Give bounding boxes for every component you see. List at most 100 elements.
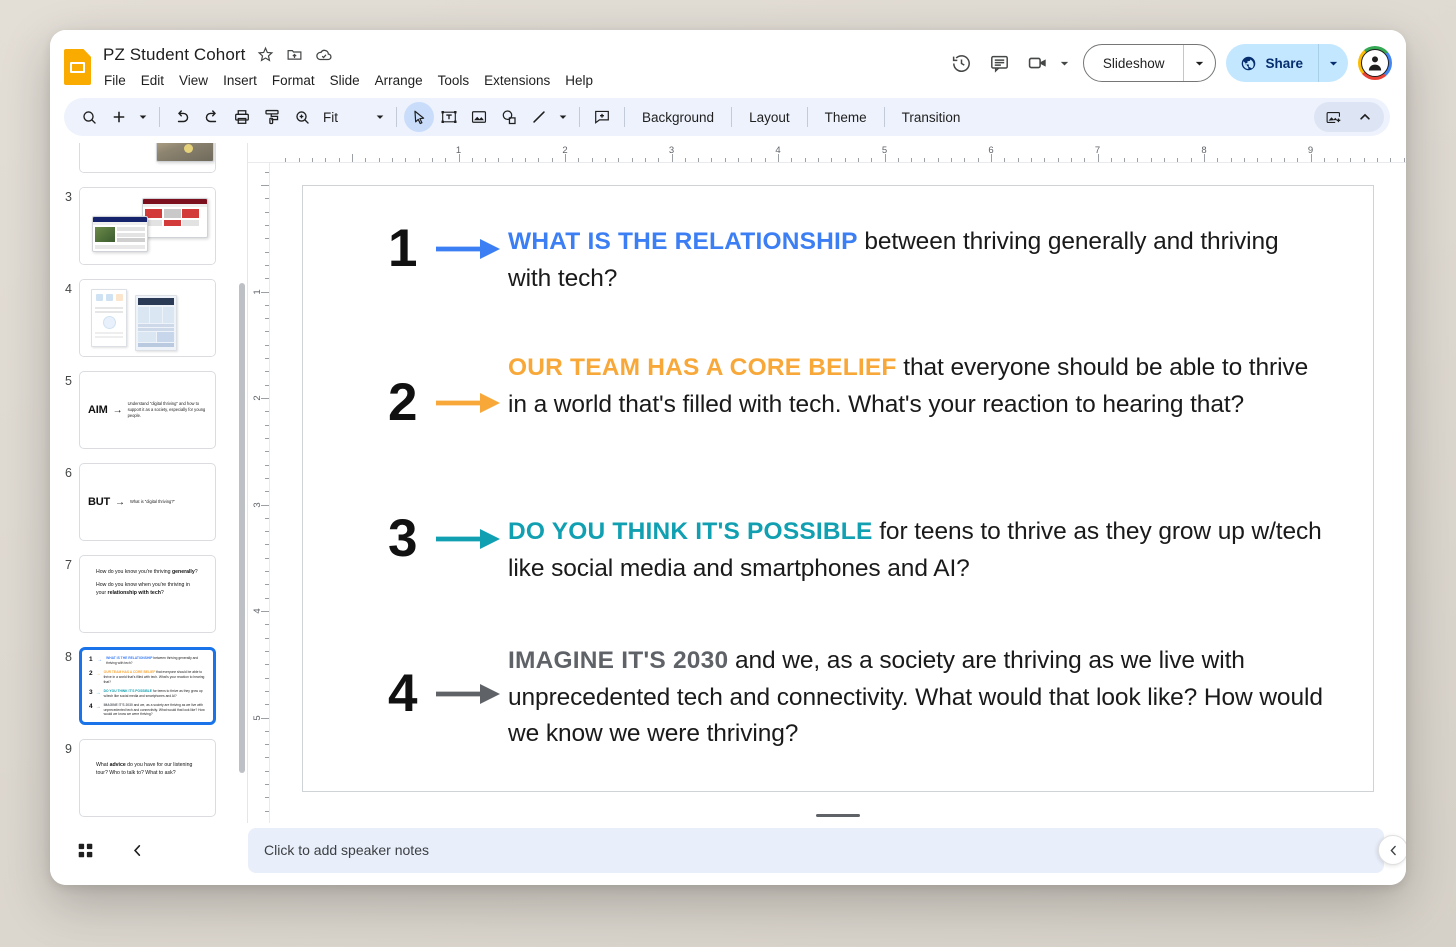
filmstrip-slide-3[interactable]: 3 xyxy=(58,187,233,265)
thumb-content: BUT → What is "digital thriving?" xyxy=(80,464,215,540)
filmstrip-slide-4[interactable]: 4 xyxy=(58,279,233,357)
slide-thumbnail[interactable]: BUT → What is "digital thriving?" xyxy=(79,463,216,541)
transition-button[interactable]: Transition xyxy=(892,105,971,130)
shape-icon[interactable] xyxy=(494,102,524,132)
thumb-item-arrow-icon: → xyxy=(97,657,103,663)
expand-right-panel-icon[interactable] xyxy=(1378,835,1406,865)
ruler-tick xyxy=(265,477,269,479)
ruler-tick xyxy=(265,464,269,466)
paint-format-icon[interactable] xyxy=(257,102,287,132)
slide-thumbnail-selected[interactable]: 1 → WHAT IS THE RELATIONSHIP between thr… xyxy=(79,647,216,725)
slide-thumbnail[interactable]: AIM → Understand "digital thriving" and … xyxy=(79,371,216,449)
move-to-folder-icon[interactable] xyxy=(286,46,304,64)
meet-camera-icon[interactable] xyxy=(1019,44,1057,82)
vertical-ruler[interactable]: 1 2 3 4 5 xyxy=(248,163,270,823)
notes-resize-handle[interactable] xyxy=(816,814,860,817)
print-icon[interactable] xyxy=(227,102,257,132)
thumb-item-arrow-icon: → xyxy=(95,670,101,677)
ruler-tick xyxy=(265,557,269,559)
slide-filmstrip[interactable]: 2 3 xyxy=(50,143,248,823)
slide-item-1[interactable]: 1 WHAT IS THE RELATIONSHIP between thriv… xyxy=(388,222,1323,297)
filmstrip-slide-6[interactable]: 6 BUT → What is "digital thriving?" xyxy=(58,463,233,541)
collapse-filmstrip-icon[interactable] xyxy=(122,835,152,865)
slide-thumbnail[interactable] xyxy=(79,279,216,357)
filmstrip-slide-5[interactable]: 5 AIM → Understand "digital thriving" an… xyxy=(58,371,233,449)
menu-extensions[interactable]: Extensions xyxy=(477,70,557,91)
menu-insert[interactable]: Insert xyxy=(216,70,264,91)
version-history-icon[interactable] xyxy=(943,44,981,82)
menu-slide[interactable]: Slide xyxy=(323,70,367,91)
menu-arrange[interactable]: Arrange xyxy=(368,70,430,91)
horizontal-ruler[interactable]: 1 2 3 4 5 6 7 8 9 xyxy=(248,143,1406,163)
ruler-tick xyxy=(831,158,833,162)
account-avatar[interactable] xyxy=(1358,46,1392,80)
grid-view-icon[interactable] xyxy=(70,835,100,865)
redo-icon[interactable] xyxy=(197,102,227,132)
slide-thumbnail[interactable]: What advice do you have for our listenin… xyxy=(79,739,216,817)
ruler-tick xyxy=(951,158,953,162)
menu-edit[interactable]: Edit xyxy=(134,70,171,91)
filmstrip-slide-2[interactable]: 2 xyxy=(58,143,233,173)
menu-format[interactable]: Format xyxy=(265,70,322,91)
thumb-content xyxy=(80,188,215,264)
add-comment-icon[interactable] xyxy=(587,102,617,132)
ruler-tick xyxy=(911,158,913,162)
theme-button[interactable]: Theme xyxy=(815,105,877,130)
star-icon[interactable] xyxy=(257,46,275,64)
ruler-label: 3 xyxy=(251,501,263,508)
menu-view[interactable]: View xyxy=(172,70,215,91)
thumb-keyword: BUT xyxy=(88,496,111,508)
new-slide-caret-icon[interactable] xyxy=(134,102,152,132)
slideshow-button-group: Slideshow xyxy=(1082,44,1217,82)
text-box-icon[interactable] xyxy=(434,102,464,132)
item-lead: DO YOU THINK IT'S POSSIBLE xyxy=(508,518,873,545)
menu-help[interactable]: Help xyxy=(558,70,600,91)
slide-item-2[interactable]: 2 OUR TEAM HAS A CORE BELIEF that everyo… xyxy=(388,348,1323,429)
filmstrip-slide-8[interactable]: 8 1 → WHAT IS THE RELATIONSHIP between t… xyxy=(58,647,233,725)
slide-stage[interactable]: 1 WHAT IS THE RELATIONSHIP between thriv… xyxy=(270,163,1406,823)
cloud-saved-icon[interactable] xyxy=(315,46,333,64)
ruler-tick xyxy=(265,224,269,226)
ruler-tick xyxy=(937,158,939,162)
slide-item-3[interactable]: 3 DO YOU THINK IT'S POSSIBLE for teens t… xyxy=(388,512,1323,587)
mini-browser-window-2 xyxy=(92,216,148,252)
insert-image-icon[interactable] xyxy=(464,102,494,132)
slide-canvas[interactable]: 1 WHAT IS THE RELATIONSHIP between thriv… xyxy=(302,185,1374,792)
document-title[interactable]: PZ Student Cohort xyxy=(103,45,246,65)
line-icon[interactable] xyxy=(524,102,554,132)
new-slide-icon[interactable] xyxy=(104,102,134,132)
canvas-area: 1 2 3 4 5 1 WHAT IS THE RELATIONSHIP between… xyxy=(248,163,1406,823)
undo-icon[interactable] xyxy=(167,102,197,132)
slide-thumbnail[interactable] xyxy=(79,143,216,173)
search-icon[interactable] xyxy=(74,102,104,132)
select-tool-icon[interactable] xyxy=(404,102,434,132)
speaker-notes-input[interactable]: Click to add speaker notes xyxy=(248,827,1384,873)
slide-thumbnail[interactable]: How do you know you're thriving generall… xyxy=(79,555,216,633)
filmstrip-slide-7[interactable]: 7 How do you know you're thriving genera… xyxy=(58,555,233,633)
ruler-tick xyxy=(265,664,269,666)
menu-tools[interactable]: Tools xyxy=(431,70,477,91)
insert-image-right-icon[interactable] xyxy=(1318,102,1348,132)
slide-thumbnail[interactable] xyxy=(79,187,216,265)
line-options-caret-icon[interactable] xyxy=(554,102,572,132)
slide-item-4[interactable]: 4 IMAGINE IT'S 2030 and we, as a society… xyxy=(388,641,1323,753)
filmstrip-slide-9[interactable]: 9 What advice do you have for our listen… xyxy=(58,739,233,817)
collapse-toolbar-icon[interactable] xyxy=(1350,102,1380,132)
zoom-level-select[interactable]: Fit xyxy=(317,103,389,131)
filmstrip-scrollbar[interactable] xyxy=(239,283,245,773)
background-button[interactable]: Background xyxy=(632,105,724,130)
item-text: IMAGINE IT'S 2030 and we, as a society a… xyxy=(508,641,1323,753)
ruler-tick xyxy=(265,384,269,386)
slideshow-options-caret-icon[interactable] xyxy=(1183,45,1215,81)
menu-file[interactable]: File xyxy=(97,70,133,91)
slideshow-button[interactable]: Slideshow xyxy=(1084,45,1184,81)
zoom-icon[interactable] xyxy=(287,102,317,132)
share-options-caret-icon[interactable] xyxy=(1318,44,1348,82)
meet-caret-icon[interactable] xyxy=(1057,51,1073,75)
share-button[interactable]: Share xyxy=(1226,44,1318,82)
ruler-tick xyxy=(378,158,380,162)
ruler-tick xyxy=(265,451,269,453)
ruler-tick xyxy=(265,238,269,240)
layout-button[interactable]: Layout xyxy=(739,105,800,130)
comment-icon[interactable] xyxy=(981,44,1019,82)
